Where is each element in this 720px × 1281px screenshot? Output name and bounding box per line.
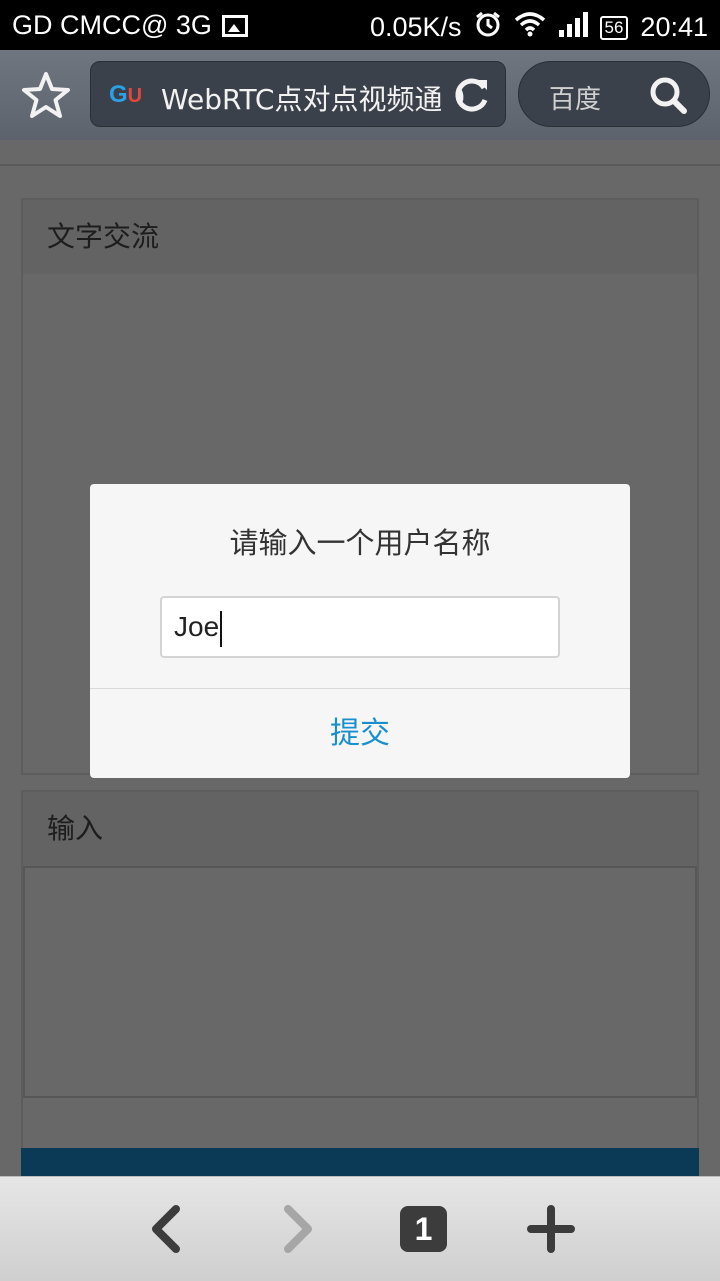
text-caret — [220, 610, 223, 647]
new-tab-plus-icon[interactable] — [527, 1205, 575, 1253]
clock: 20:41 — [640, 12, 708, 42]
username-dialog: 请输入一个用户名称 Joe 提交 — [90, 484, 630, 778]
divider — [0, 164, 720, 166]
chat-panel-title: 文字交流 — [23, 200, 697, 274]
browser-bottom-bar: 1 — [0, 1176, 720, 1281]
carrier-label: GD CMCC@ 3G — [12, 10, 212, 40]
image-notification-icon — [221, 14, 248, 37]
network-speed: 0.05K/s — [369, 12, 462, 42]
signal-icon — [558, 11, 588, 44]
dialog-title: 请输入一个用户名称 — [229, 526, 491, 560]
battery-icon: 56 — [599, 15, 629, 40]
message-textarea[interactable] — [23, 866, 697, 1098]
address-bar[interactable]: GU WebRTC点对点视频通话 — [90, 61, 506, 127]
tab-count-button[interactable]: 1 — [400, 1206, 447, 1252]
input-panel: 输入 — [21, 790, 699, 1190]
search-engine-label: 百度 — [549, 85, 602, 115]
bookmark-star-icon[interactable] — [20, 70, 72, 122]
input-panel-title: 输入 — [23, 792, 697, 866]
username-input[interactable]: Joe — [160, 596, 560, 658]
browser-toolbar: GU WebRTC点对点视频通话 百度 — [0, 50, 720, 140]
username-value: Joe — [174, 611, 220, 642]
forward-icon[interactable] — [274, 1205, 322, 1253]
site-favicon: GU — [109, 81, 143, 108]
page-title: WebRTC点对点视频通话 — [161, 83, 441, 116]
alarm-icon — [474, 10, 502, 45]
submit-button[interactable]: 提交 — [90, 689, 630, 778]
wifi-icon — [514, 11, 546, 44]
back-icon[interactable] — [142, 1205, 190, 1253]
search-box[interactable]: 百度 — [518, 61, 710, 127]
status-bar: GD CMCC@ 3G 0.05K/s 56 20:41 — [0, 0, 720, 50]
search-icon[interactable] — [649, 76, 687, 114]
reload-icon[interactable] — [453, 76, 491, 114]
